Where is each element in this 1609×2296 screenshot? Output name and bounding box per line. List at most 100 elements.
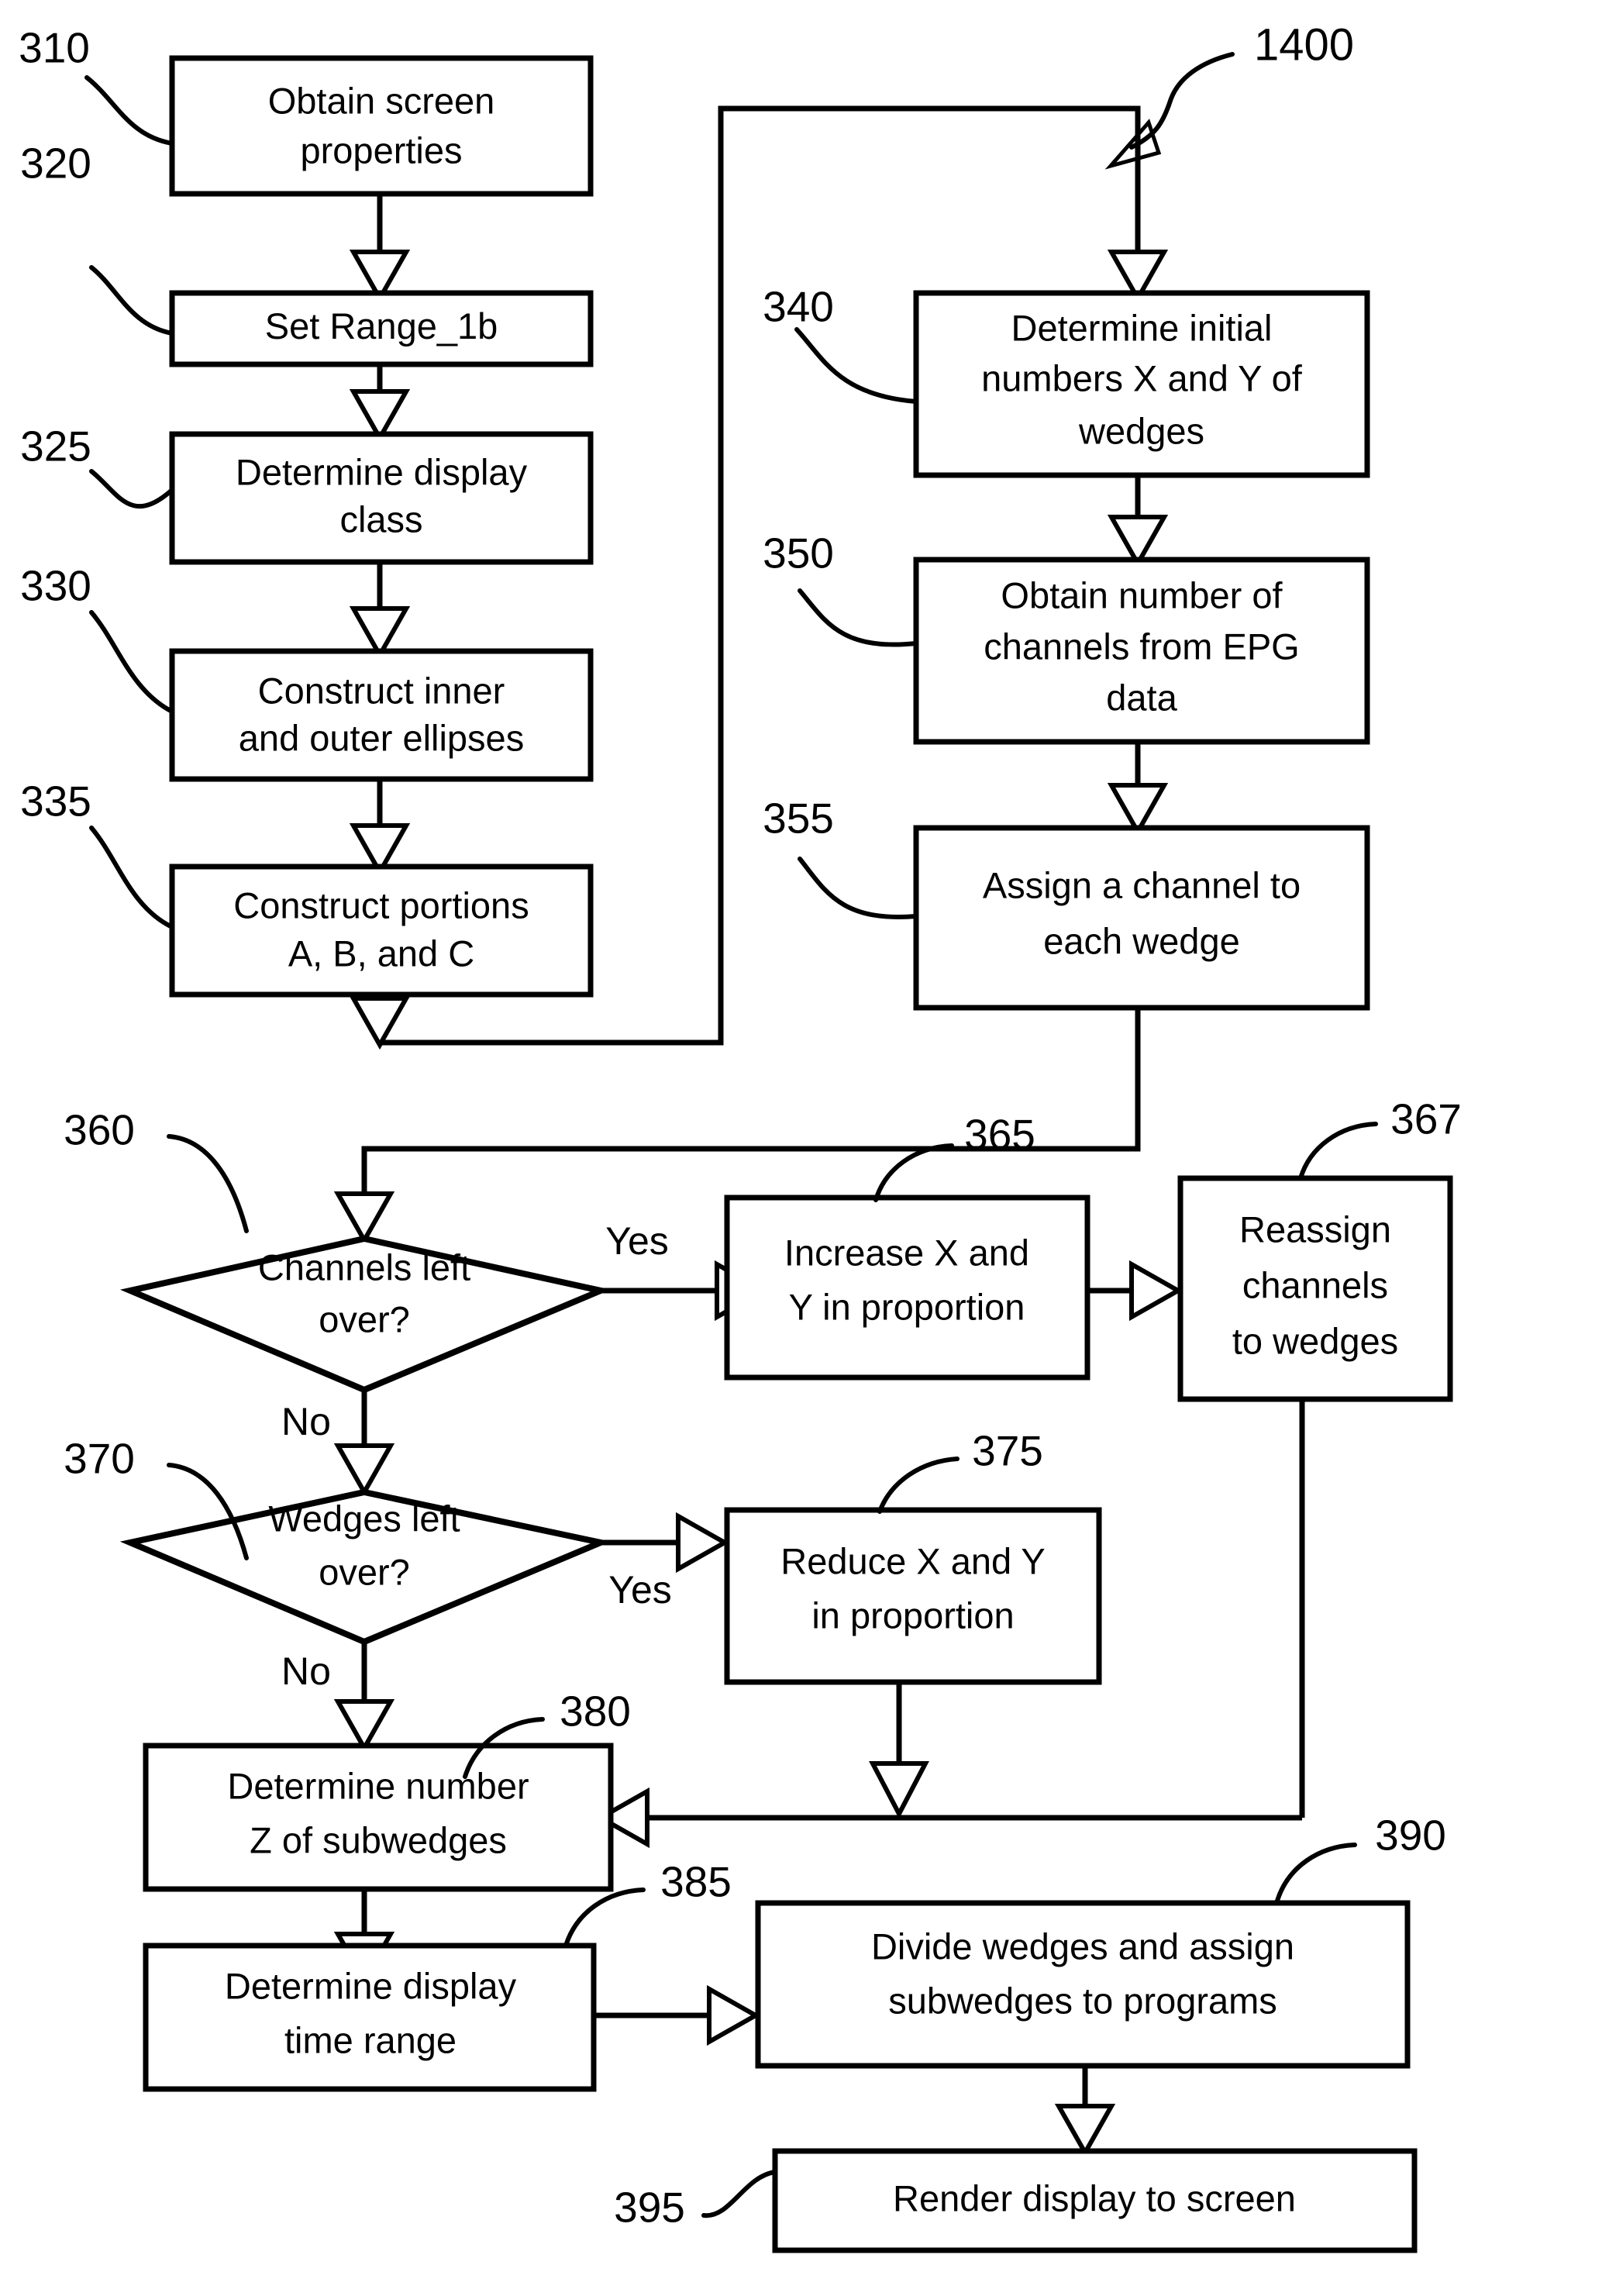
node-370-line2: over?	[319, 1551, 410, 1592]
node-320-label: Set Range_1b	[265, 305, 498, 346]
ref-number-370: 370	[64, 1435, 135, 1483]
ref-number-360: 360	[64, 1106, 135, 1154]
edge-label-360-yes: Yes	[605, 1219, 669, 1263]
ref-leader-367	[1298, 1122, 1378, 1181]
node-335-line2: A, B, and C	[288, 933, 474, 974]
node-350[interactable]: Obtain number of channels from EPG data	[913, 557, 1370, 745]
patent-flowchart-figure: 1400 Obtain screen properties 310 Set Ra…	[0, 0, 1609, 2296]
node-360[interactable]: Channels left over?	[119, 1235, 612, 1394]
node-370-line1: Wedges left	[268, 1498, 460, 1539]
ref-number-367: 367	[1390, 1095, 1462, 1143]
node-340-line2: numbers X and Y of	[981, 357, 1303, 398]
ref-leader-385	[563, 1887, 646, 1948]
ref-number-385: 385	[660, 1858, 732, 1906]
ref-leader-360	[167, 1134, 249, 1233]
node-335-line1: Construct portions	[233, 884, 529, 926]
edge-label-370-no: No	[281, 1650, 331, 1693]
edge-370-yes-to-375	[597, 1512, 730, 1574]
node-395-line1: Render display to screen	[893, 2177, 1296, 2218]
node-380[interactable]: Determine number Z of subwedges	[143, 1743, 614, 1892]
node-375-line1: Reduce X and Y	[780, 1540, 1045, 1581]
ref-number-340: 340	[763, 283, 834, 331]
node-360-line1: Channels left	[258, 1246, 470, 1288]
edge-385-to-390	[591, 1984, 761, 2046]
ref-number-375: 375	[972, 1427, 1043, 1475]
edge-label-360-no: No	[281, 1400, 331, 1443]
node-340-line1: Determine initial	[1011, 307, 1273, 348]
ref-leader-310	[84, 75, 174, 146]
node-367[interactable]: Reassign channels to wedges	[1177, 1175, 1453, 1402]
edge-340-to-350	[1107, 473, 1169, 569]
node-325-line1: Determine display	[236, 451, 528, 492]
node-310-line1: Obtain screen	[268, 80, 495, 121]
ref-leader-330	[89, 610, 174, 714]
edge-370-no-to-380	[333, 1639, 395, 1753]
node-310-line2: properties	[301, 129, 463, 171]
ref-leader-395	[701, 2170, 777, 2218]
ref-leader-325	[89, 469, 174, 509]
figure-number-label: 1400	[1254, 19, 1354, 70]
ref-number-335: 335	[20, 777, 91, 826]
node-330-line1: Construct inner	[258, 670, 505, 711]
node-340[interactable]: Determine initial numbers X and Y of wed…	[913, 290, 1370, 478]
edge-390-to-395	[1054, 2064, 1116, 2158]
node-385-line2: time range	[284, 2019, 457, 2060]
node-365[interactable]: Increase X and Y in proportion	[724, 1195, 1090, 1381]
ref-leader-355	[798, 857, 918, 919]
ref-leader-320	[89, 265, 174, 336]
node-380-line2: Z of subwedges	[250, 1819, 507, 1860]
node-320[interactable]: Set Range_1b	[169, 290, 594, 367]
node-320-plain: Set	[265, 305, 330, 346]
ref-number-325: 325	[20, 422, 91, 471]
node-367-line2: channels	[1242, 1264, 1388, 1305]
edge-merge-bus-to-380	[595, 1787, 1302, 1849]
ref-leader-375	[877, 1457, 960, 1514]
node-390-line1: Divide wedges and assign	[871, 1925, 1294, 1967]
ref-number-380: 380	[560, 1688, 631, 1736]
node-367-line3: to wedges	[1232, 1320, 1398, 1361]
node-310[interactable]: Obtain screen properties	[169, 55, 594, 197]
ref-leader-335	[89, 826, 174, 929]
node-395[interactable]: Render display to screen	[772, 2148, 1418, 2253]
edge-330-to-335	[349, 775, 411, 877]
edge-360-no-to-370	[333, 1388, 395, 1498]
node-390-line2: subwedges to programs	[888, 1980, 1277, 2021]
ref-leader-340	[794, 327, 918, 404]
node-365-line1: Increase X and	[784, 1232, 1029, 1273]
node-390[interactable]: Divide wedges and assign subwedges to pr…	[755, 1900, 1411, 2069]
ref-number-365: 365	[964, 1111, 1035, 1159]
node-365-line2: Y in proportion	[789, 1286, 1025, 1327]
node-385-line1: Determine display	[225, 1965, 517, 2006]
node-355-line2: each wedge	[1043, 920, 1239, 961]
edge-375-to-merge	[869, 1682, 929, 1819]
node-380-line1: Determine number	[227, 1765, 529, 1806]
node-375[interactable]: Reduce X and Y in proportion	[724, 1507, 1102, 1685]
node-355[interactable]: Assign a channel to each wedge	[913, 825, 1370, 1011]
ref-number-310: 310	[19, 24, 90, 72]
ref-number-350: 350	[763, 529, 834, 577]
node-335[interactable]: Construct portions A, B, and C	[169, 864, 594, 998]
node-385[interactable]: Determine display time range	[143, 1943, 597, 2092]
node-330[interactable]: Construct inner and outer ellipses	[169, 648, 594, 782]
ref-leader-365	[873, 1143, 954, 1202]
ref-leader-390	[1275, 1843, 1357, 1903]
node-340-line3: wedges	[1078, 410, 1204, 451]
node-355-line1: Assign a channel to	[983, 864, 1301, 905]
ref-number-355: 355	[763, 795, 834, 843]
flowchart-canvas: 1400 Obtain screen properties 310 Set Ra…	[19, 19, 1462, 2253]
ref-number-390: 390	[1375, 1812, 1446, 1860]
node-330-line2: and outer ellipses	[239, 717, 524, 758]
node-350-line1: Obtain number of	[1001, 574, 1283, 615]
node-375-line2: in proportion	[811, 1594, 1014, 1636]
node-350-line2: channels from EPG	[984, 626, 1300, 667]
node-325[interactable]: Determine display class	[169, 431, 594, 565]
edge-350-to-355	[1107, 740, 1169, 837]
node-370[interactable]: Wedges left over?	[119, 1488, 612, 1646]
node-360-line2: over?	[319, 1298, 410, 1339]
edge-label-370-yes: Yes	[608, 1568, 672, 1612]
edge-365-to-367	[1087, 1260, 1183, 1322]
ref-leader-350	[798, 588, 918, 647]
ref-number-320: 320	[20, 140, 91, 188]
edge-325-to-330	[349, 558, 411, 660]
node-320-italic: Range_1b	[329, 305, 498, 346]
